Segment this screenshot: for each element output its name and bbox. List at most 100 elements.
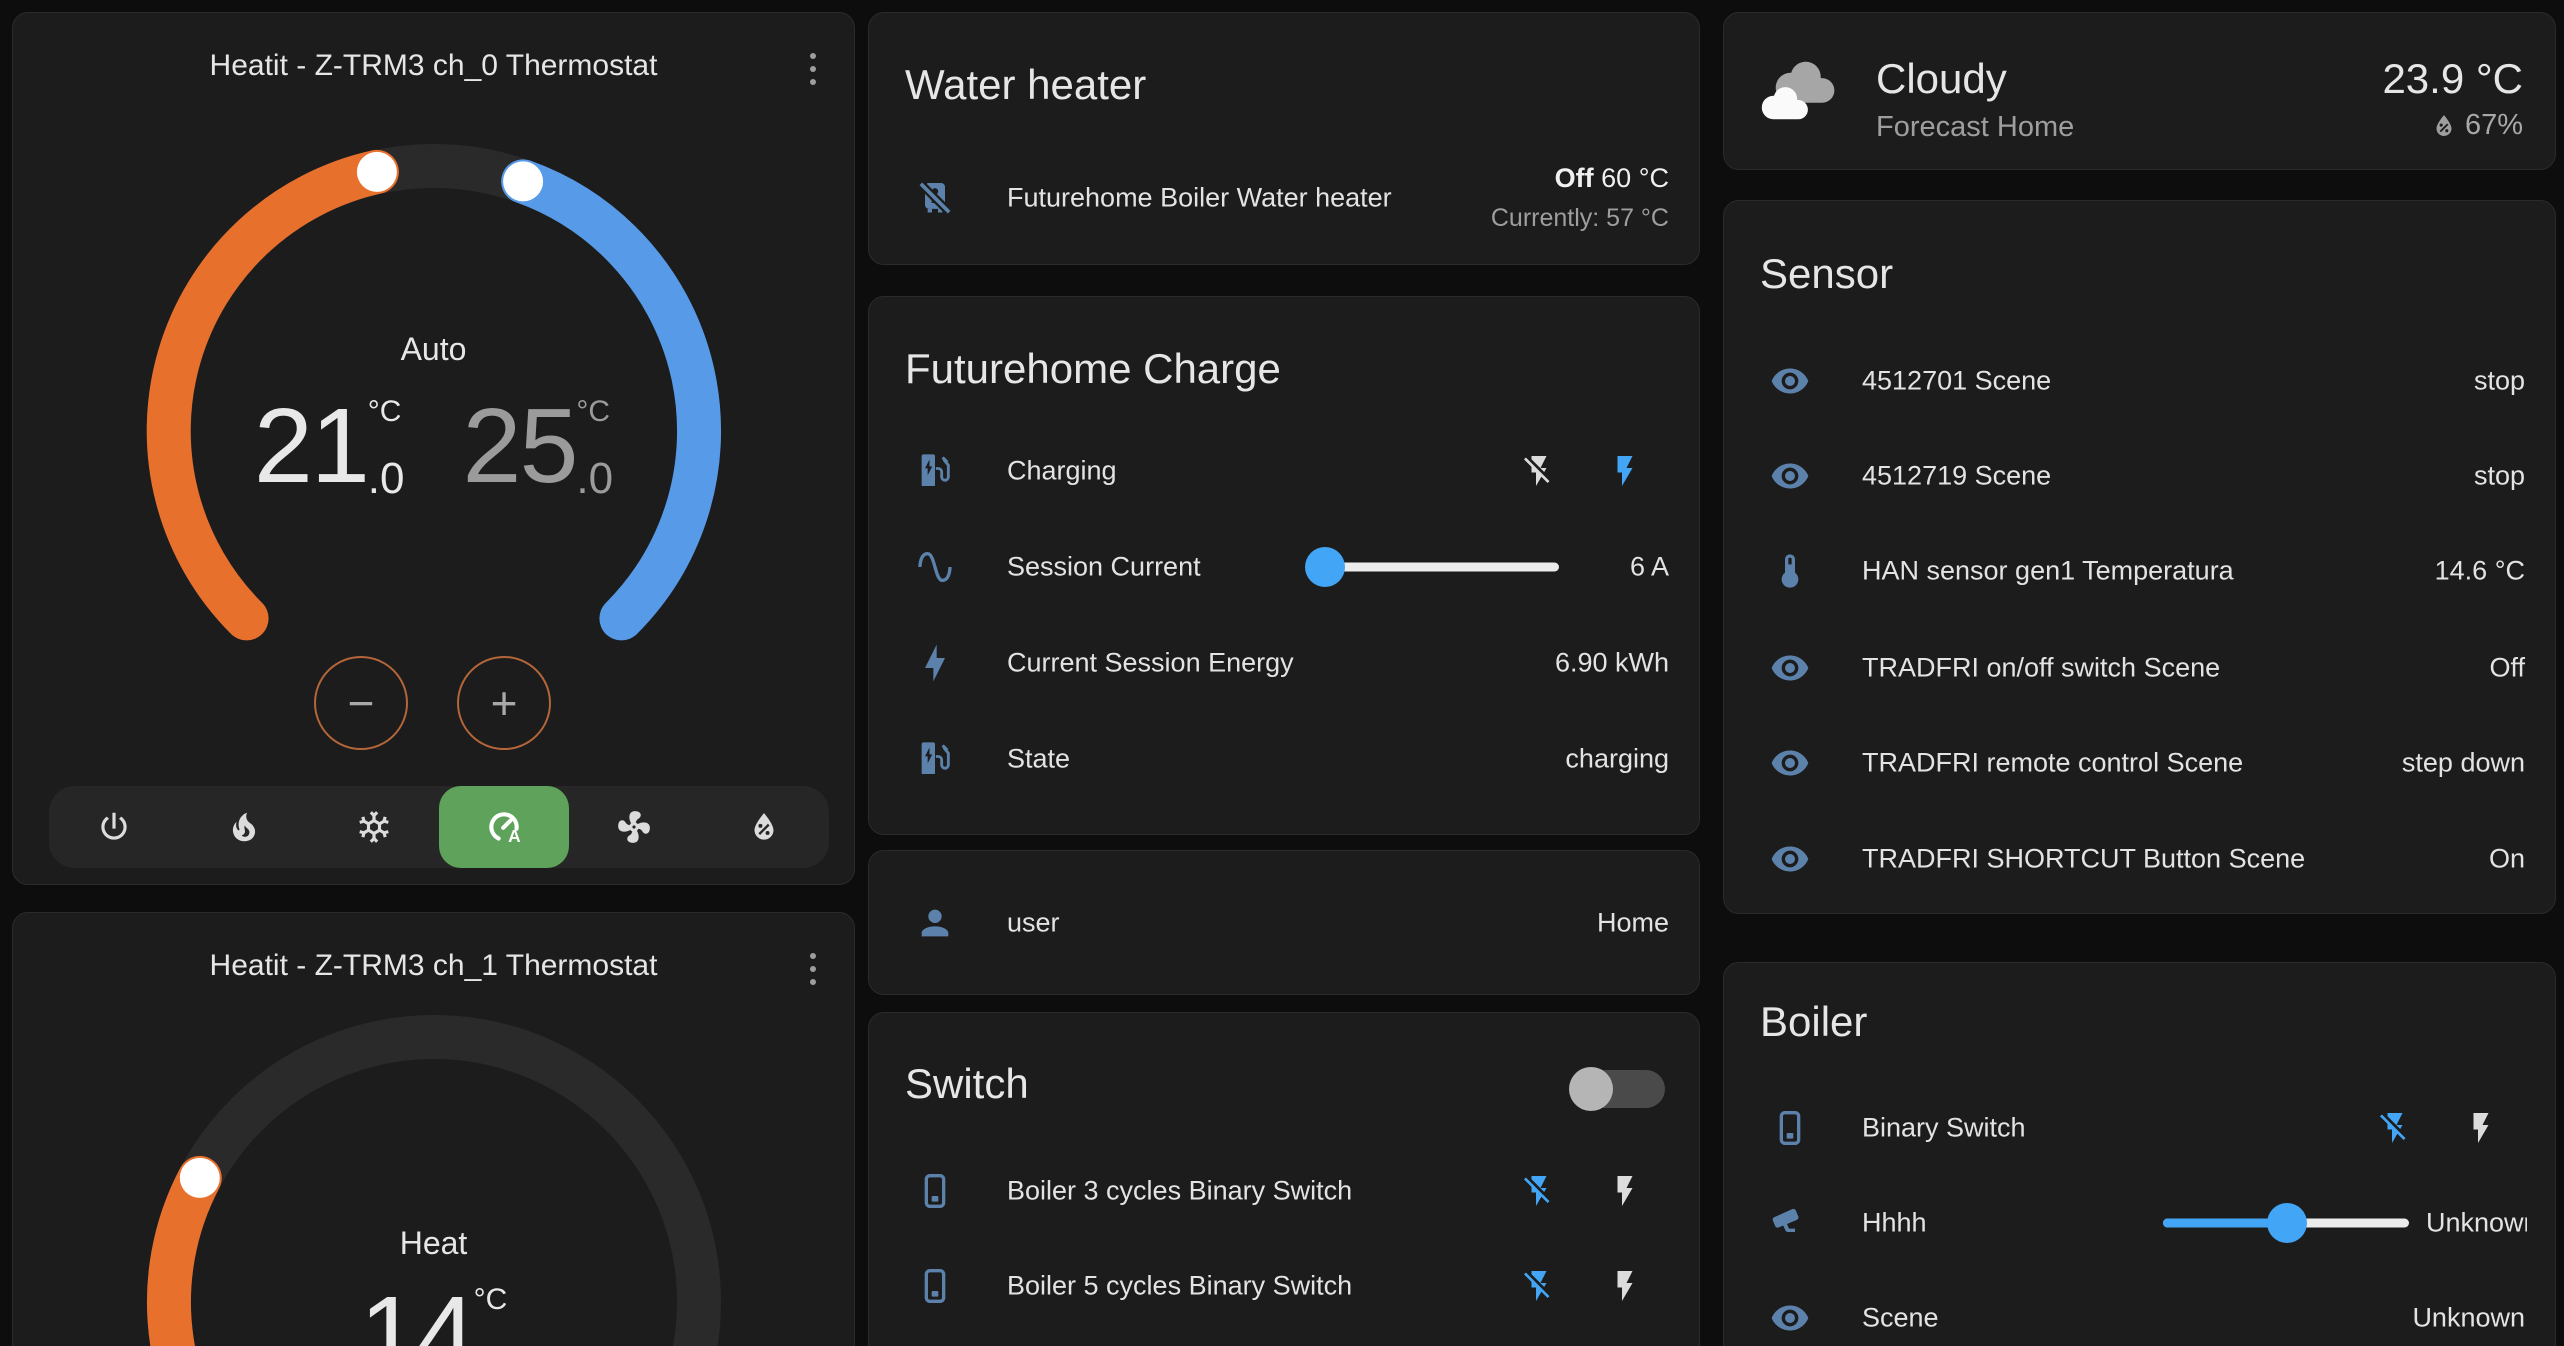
- sensor-row[interactable]: 4512719 Scene stop: [1754, 428, 2525, 524]
- mode-cool-button[interactable]: [309, 786, 439, 868]
- binary-switch-row[interactable]: Binary Switch: [1754, 1080, 2525, 1176]
- temp-increase-button[interactable]: +: [457, 656, 551, 750]
- entity-name: Futurehome Boiler Water heater: [1007, 183, 1392, 214]
- switch-group-toggle[interactable]: [1569, 1067, 1665, 1111]
- hhhh-row: Hhhh Unknown: [1754, 1175, 2525, 1271]
- humidity-value: 67%: [2465, 109, 2523, 142]
- state-row[interactable]: State charging: [899, 711, 1669, 807]
- target-temp: 14 °C: [13, 1281, 854, 1346]
- thermostat-card-ch0: Heatit - Z-TRM3 ch_0 Thermostat Auto 21 …: [12, 12, 855, 885]
- eye-icon: [1770, 361, 1810, 401]
- entity-name: Charging: [1007, 456, 1117, 487]
- flash-icon[interactable]: [1607, 453, 1643, 489]
- sine-wave-icon: [915, 547, 955, 587]
- state-text: Off: [1555, 163, 1594, 193]
- target-temp-low: 21 °C .0: [254, 393, 405, 501]
- flash-off-icon[interactable]: [1521, 1268, 1557, 1304]
- temp-value: 14: [360, 1281, 474, 1346]
- entity-name: Hhhh: [1862, 1208, 1927, 1239]
- eye-icon: [1770, 1298, 1810, 1338]
- cctv-icon: [1770, 1203, 1810, 1243]
- entity-value: On: [2489, 844, 2525, 875]
- flash-off-icon[interactable]: [1521, 1173, 1557, 1209]
- entity-name: 4512719 Scene: [1862, 461, 2051, 492]
- entity-name: HAN sensor gen1 Temperatura: [1862, 556, 2234, 587]
- humidity-icon: [2429, 111, 2459, 141]
- session-energy-row[interactable]: Current Session Energy 6.90 kWh: [899, 615, 1669, 711]
- low-temp-decimal: .0: [368, 457, 405, 501]
- sensor-card: Sensor 4512701 Scene stop 4512719 Scene …: [1723, 200, 2556, 914]
- flash-off-icon[interactable]: [1521, 453, 1557, 489]
- sensor-row[interactable]: TRADFRI on/off switch Scene Off: [1754, 620, 2525, 716]
- light-switch-icon: [915, 1171, 955, 1211]
- entity-name: user: [1007, 908, 1060, 939]
- mode-fan-button[interactable]: [569, 786, 699, 868]
- target-temp-high: 25 °C .0: [463, 393, 614, 501]
- entity-value: stop: [2474, 461, 2525, 492]
- mode-heat-button[interactable]: [179, 786, 309, 868]
- power-icon: [95, 808, 133, 846]
- entity-name: TRADFRI on/off switch Scene: [1862, 653, 2220, 684]
- flash-icon[interactable]: [2463, 1110, 2499, 1146]
- hhhh-slider[interactable]: [2163, 1201, 2409, 1245]
- mode-power-button[interactable]: [49, 786, 179, 868]
- boiler3-row[interactable]: Boiler 3 cycles Binary Switch: [899, 1143, 1669, 1239]
- temp-handle: [180, 1158, 220, 1198]
- flash-off-icon[interactable]: [2377, 1110, 2413, 1146]
- switch-card: Switch Boiler 3 cycles Binary Switch Boi…: [868, 1012, 1700, 1346]
- entity-value: step down: [2402, 748, 2525, 779]
- entity-value: Home: [1597, 908, 1669, 939]
- weather-subtitle: Forecast Home: [1876, 111, 2074, 144]
- entity-value: 14.6 °C: [2435, 556, 2525, 587]
- user-row[interactable]: user Home: [899, 875, 1669, 971]
- entity-value: Unknown: [2426, 1208, 2527, 1239]
- sensor-row[interactable]: 4512701 Scene stop: [1754, 333, 2525, 429]
- water-heater-state: Off 60 °C Currently: 57 °C: [1491, 163, 1669, 233]
- eye-icon: [1770, 743, 1810, 783]
- user-card: user Home: [868, 850, 1700, 995]
- cloudy-icon: [1758, 53, 1836, 131]
- sensor-row[interactable]: HAN sensor gen1 Temperatura 14.6 °C: [1754, 523, 2525, 619]
- water-percent-icon: [745, 808, 783, 846]
- lightning-bolt-icon: [915, 643, 955, 683]
- card-title: Water heater: [905, 61, 1146, 109]
- weather-temperature: 23.9 °C: [2382, 55, 2523, 103]
- sensor-row[interactable]: TRADFRI remote control Scene step down: [1754, 715, 2525, 811]
- hvac-mode-row: [49, 786, 829, 868]
- low-temp-value: 21: [254, 393, 368, 499]
- boiler5-row[interactable]: Boiler 5 cycles Binary Switch: [899, 1238, 1669, 1334]
- temp-unit: °C: [474, 1285, 508, 1315]
- sensor-row[interactable]: TRADFRI SHORTCUT Button Scene On: [1754, 811, 2525, 907]
- charging-row[interactable]: Charging: [899, 423, 1669, 519]
- card-title: Futurehome Charge: [905, 345, 1281, 393]
- weather-condition: Cloudy: [1876, 55, 2007, 103]
- low-temp-handle: [357, 152, 397, 192]
- card-title: Switch: [905, 1060, 1029, 1108]
- entity-name: TRADFRI SHORTCUT Button Scene: [1862, 844, 2305, 875]
- current-temp-text: Currently: 57 °C: [1491, 204, 1669, 233]
- temp-decrease-button[interactable]: −: [314, 656, 408, 750]
- thermostat-card-ch1: Heatit - Z-TRM3 ch_1 Thermostat Heat 14 …: [12, 912, 855, 1346]
- eye-icon: [1770, 839, 1810, 879]
- hvac-mode-label: Heat: [13, 1225, 854, 1262]
- scene-row[interactable]: Scene Unknown: [1754, 1270, 2525, 1346]
- water-heater-row[interactable]: Futurehome Boiler Water heater Off 60 °C…: [899, 150, 1669, 246]
- weather-card[interactable]: Cloudy Forecast Home 23.9 °C 67%: [1723, 12, 2556, 170]
- entity-name: TRADFRI remote control Scene: [1862, 748, 2243, 779]
- entity-value: stop: [2474, 366, 2525, 397]
- target-temp-text: 60 °C: [1601, 163, 1669, 193]
- entity-value: 6 A: [1630, 552, 1669, 583]
- entity-name: Binary Switch: [1862, 1113, 2026, 1144]
- charge-card: Futurehome Charge Charging Session Curre…: [868, 296, 1700, 835]
- light-switch-icon: [1770, 1108, 1810, 1148]
- session-current-slider[interactable]: [1309, 545, 1559, 589]
- entity-value: charging: [1565, 744, 1669, 775]
- high-temp-decimal: .0: [576, 457, 613, 501]
- hvac-mode-label: Auto: [13, 331, 854, 368]
- card-title: Boiler: [1760, 998, 1867, 1046]
- mode-auto-button[interactable]: [439, 786, 569, 868]
- low-temp-unit: °C: [368, 397, 405, 427]
- flash-icon[interactable]: [1607, 1173, 1643, 1209]
- mode-dry-button[interactable]: [699, 786, 829, 868]
- flash-icon[interactable]: [1607, 1268, 1643, 1304]
